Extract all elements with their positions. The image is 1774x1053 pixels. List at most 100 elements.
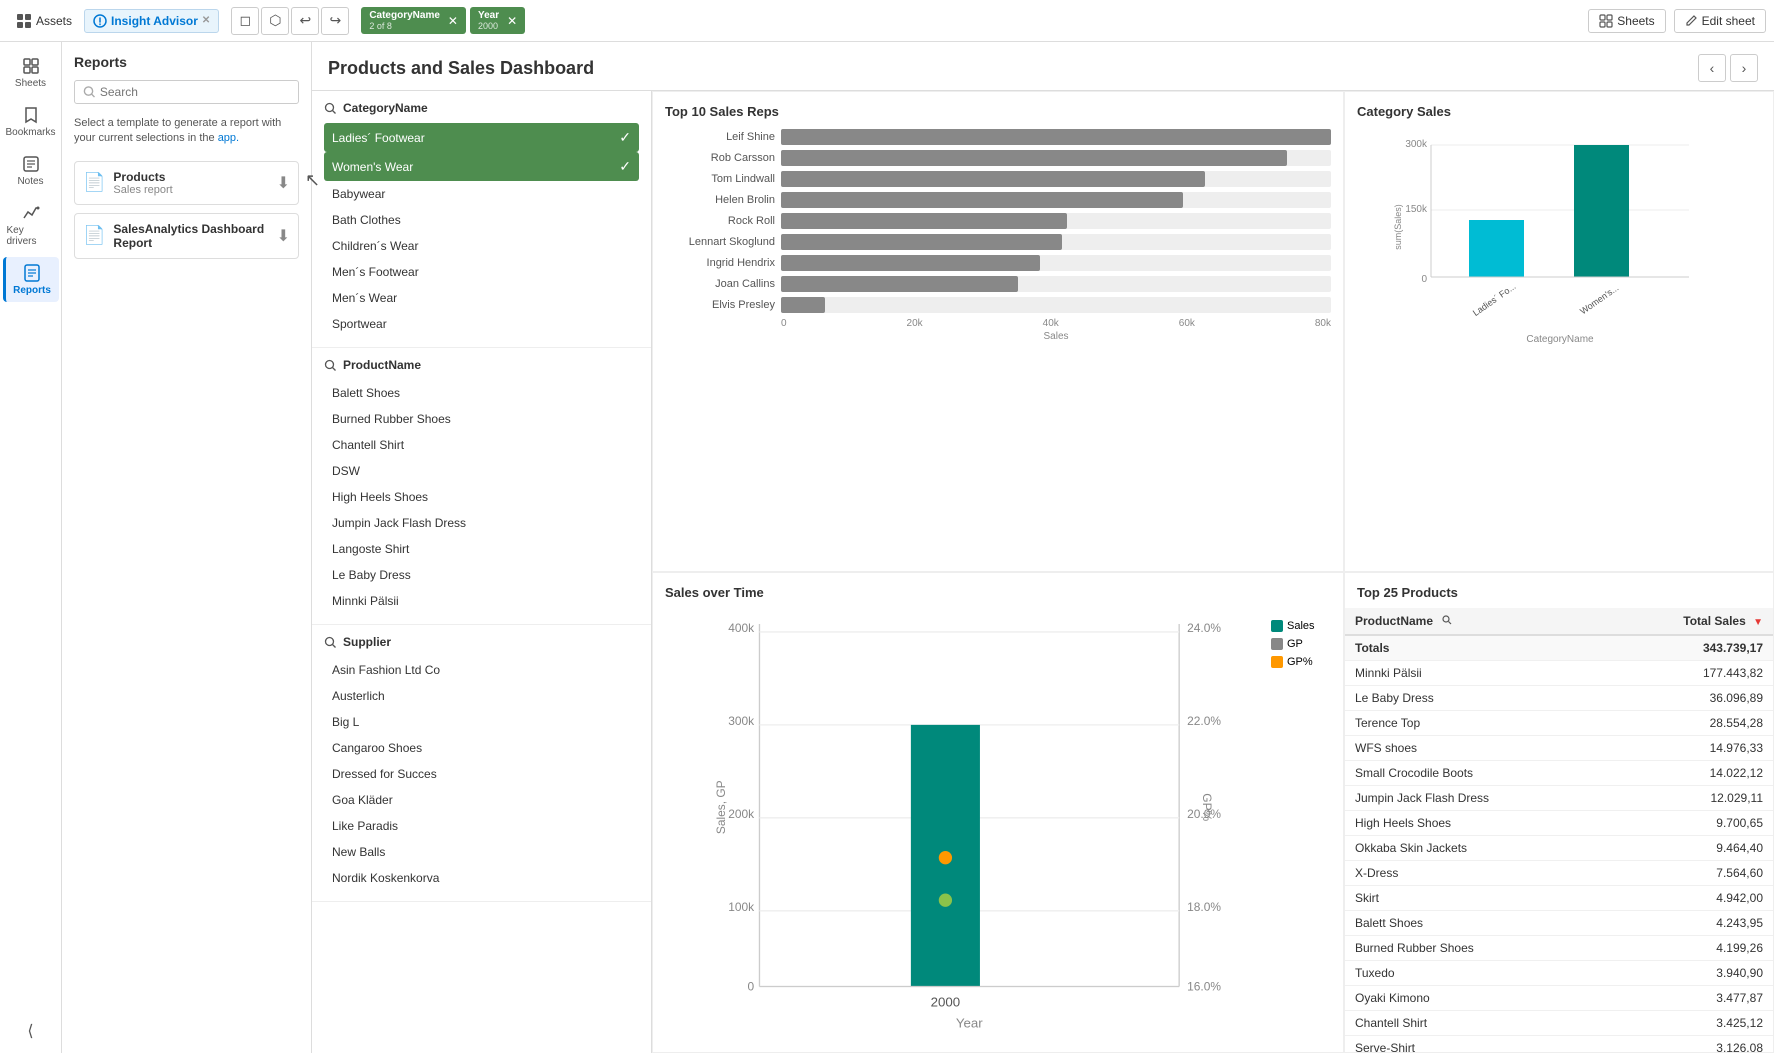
- sales-rep-name: Ingrid Hendrix: [665, 257, 775, 269]
- filter-chip-category[interactable]: CategoryName 2 of 8 ✕: [361, 7, 466, 34]
- category-filter-item[interactable]: Men´s Footwear: [324, 259, 639, 285]
- redo-btn[interactable]: ↪: [321, 7, 349, 35]
- sales-rep-track: [781, 213, 1331, 229]
- reports-search-box[interactable]: [74, 80, 299, 104]
- chip2-close[interactable]: ✕: [507, 14, 517, 28]
- sales-rep-track: [781, 171, 1331, 187]
- sales-rep-fill: [781, 255, 1040, 271]
- nav-next-btn[interactable]: ›: [1730, 54, 1758, 82]
- product-filter-item[interactable]: High Heels Shoes: [324, 484, 639, 510]
- nav-prev-btn[interactable]: ‹: [1698, 54, 1726, 82]
- product-value-cell: 14.976,33: [1605, 736, 1773, 761]
- sales-rep-track: [781, 234, 1331, 250]
- table-row[interactable]: Oyaki Kimono3.477,87: [1345, 986, 1773, 1011]
- notes-icon: [21, 154, 41, 174]
- edit-sheet-button[interactable]: Edit sheet: [1674, 9, 1766, 33]
- category-filter-item[interactable]: Bath Clothes: [324, 207, 639, 233]
- top-bar-right: Sheets Edit sheet: [1588, 9, 1766, 33]
- dashboard-grid: CategoryName Ladies´ Footwear✓Women's We…: [312, 91, 1774, 1053]
- table-row[interactable]: Jumpin Jack Flash Dress12.029,11: [1345, 786, 1773, 811]
- product-filter-item[interactable]: Chantell Shirt: [324, 432, 639, 458]
- supplier-filter-item[interactable]: Cangaroo Shoes: [324, 735, 639, 761]
- supplier-filter-item[interactable]: Big L: [324, 709, 639, 735]
- sidebar-item-reports[interactable]: Reports: [3, 257, 59, 302]
- reports-search-input[interactable]: [100, 85, 290, 99]
- sidebar-collapse-btn[interactable]: ⟨: [27, 1021, 33, 1041]
- select-tool-btn[interactable]: ◻: [231, 7, 259, 35]
- supplier-filter-item[interactable]: Nordik Koskenkorva: [324, 865, 639, 891]
- edit-sheet-label: Edit sheet: [1702, 14, 1755, 28]
- sheets-button[interactable]: Sheets: [1588, 9, 1665, 33]
- category-filter-item[interactable]: Men´s Wear: [324, 285, 639, 311]
- content-area: Products and Sales Dashboard ‹ › Categor…: [312, 42, 1774, 1053]
- supplier-filter-item[interactable]: Like Paradis: [324, 813, 639, 839]
- filter-panel: CategoryName Ladies´ Footwear✓Women's We…: [312, 91, 652, 1053]
- table-row[interactable]: WFS shoes14.976,33: [1345, 736, 1773, 761]
- product-value-cell: 3.940,90: [1605, 961, 1773, 986]
- product-filter-item[interactable]: Jumpin Jack Flash Dress: [324, 510, 639, 536]
- report-card-products[interactable]: 📄 Products Sales report ⬇: [74, 161, 299, 205]
- col-total-sales[interactable]: Total Sales ▼: [1605, 608, 1773, 635]
- assets-icon: [16, 13, 32, 29]
- table-scroll[interactable]: ProductName Total Sales ▼ Totals343.739,…: [1345, 608, 1773, 1052]
- table-row[interactable]: X-Dress7.564,60: [1345, 861, 1773, 886]
- supplier-filter-item[interactable]: New Balls: [324, 839, 639, 865]
- product-filter-item[interactable]: Burned Rubber Shoes: [324, 406, 639, 432]
- table-row[interactable]: Chantell Shirt3.425,12: [1345, 1011, 1773, 1036]
- sales-rep-bar-row: Leif Shine: [665, 129, 1331, 145]
- product-filter-item[interactable]: Minnki Pälsii: [324, 588, 639, 614]
- sidebar-item-bookmarks[interactable]: Bookmarks: [3, 99, 59, 144]
- sales-rep-bar-row: Joan Callins: [665, 276, 1331, 292]
- assets-button[interactable]: Assets: [8, 9, 80, 33]
- product-value-cell: 3.425,12: [1605, 1011, 1773, 1036]
- insight-close[interactable]: ✕: [202, 15, 210, 26]
- category-filter-item[interactable]: Ladies´ Footwear✓: [324, 123, 639, 152]
- supplier-filter-item[interactable]: Goa Kläder: [324, 787, 639, 813]
- table-row[interactable]: Tuxedo3.940,90: [1345, 961, 1773, 986]
- supplier-filter-item[interactable]: Austerlich: [324, 683, 639, 709]
- svg-text:200k: 200k: [728, 807, 754, 821]
- filter-chip-year[interactable]: Year 2000 ✕: [470, 7, 525, 34]
- table-row[interactable]: Balett Shoes4.243,95: [1345, 911, 1773, 936]
- product-filter-item[interactable]: DSW: [324, 458, 639, 484]
- table-row[interactable]: Small Crocodile Boots14.022,12: [1345, 761, 1773, 786]
- table-row[interactable]: Minnki Pälsii177.443,82: [1345, 661, 1773, 686]
- supplier-filter-item[interactable]: Asin Fashion Ltd Co: [324, 657, 639, 683]
- report-card-sales-analytics[interactable]: 📄 SalesAnalytics Dashboard Report ⬇: [74, 213, 299, 259]
- category-filter-item[interactable]: Children´s Wear: [324, 233, 639, 259]
- legend-gpct-dot: [1271, 656, 1283, 668]
- sidebar-item-keydrivers[interactable]: Key drivers: [3, 197, 59, 253]
- supplier-filter-item[interactable]: Dressed for Succes: [324, 761, 639, 787]
- product-filter-item[interactable]: Le Baby Dress: [324, 562, 639, 588]
- table-row[interactable]: Skirt4.942,00: [1345, 886, 1773, 911]
- table-row[interactable]: High Heels Shoes9.700,65: [1345, 811, 1773, 836]
- sidebar-item-sheets[interactable]: Sheets: [3, 50, 59, 95]
- search-col-icon[interactable]: [1442, 615, 1452, 625]
- table-row[interactable]: Le Baby Dress36.096,89: [1345, 686, 1773, 711]
- download-products-btn[interactable]: ⬇: [277, 173, 290, 193]
- sales-rep-track: [781, 276, 1331, 292]
- table-row[interactable]: Okkaba Skin Jackets9.464,40: [1345, 836, 1773, 861]
- table-row[interactable]: Serve-Shirt3.126,08: [1345, 1036, 1773, 1053]
- product-name-cell: Chantell Shirt: [1345, 1011, 1605, 1036]
- insight-tab[interactable]: Insight Advisor ✕: [84, 9, 219, 33]
- svg-text:Women's...: Women's...: [1578, 283, 1620, 317]
- chip1-close[interactable]: ✕: [448, 14, 458, 28]
- product-value-cell: 4.243,95: [1605, 911, 1773, 936]
- app-link[interactable]: app.: [218, 132, 239, 144]
- undo-btn[interactable]: ↩: [291, 7, 319, 35]
- bar-ladies-footwear[interactable]: [1469, 220, 1524, 277]
- product-filter-item[interactable]: Balett Shoes: [324, 380, 639, 406]
- category-filter-item[interactable]: Women's Wear✓: [324, 152, 639, 181]
- col-product-name[interactable]: ProductName: [1345, 608, 1605, 635]
- bar-womens-wear[interactable]: [1574, 145, 1629, 277]
- lasso-tool-btn[interactable]: ⬡: [261, 7, 289, 35]
- table-row[interactable]: Burned Rubber Shoes4.199,26: [1345, 936, 1773, 961]
- table-row[interactable]: Terence Top28.554,28: [1345, 711, 1773, 736]
- category-filter-item[interactable]: Sportwear: [324, 311, 639, 337]
- category-filter-item[interactable]: Babywear: [324, 181, 639, 207]
- sidebar-item-notes[interactable]: Notes: [3, 148, 59, 193]
- insight-icon: [93, 14, 107, 28]
- product-filter-item[interactable]: Langoste Shirt: [324, 536, 639, 562]
- download-sales-btn[interactable]: ⬇: [277, 226, 290, 246]
